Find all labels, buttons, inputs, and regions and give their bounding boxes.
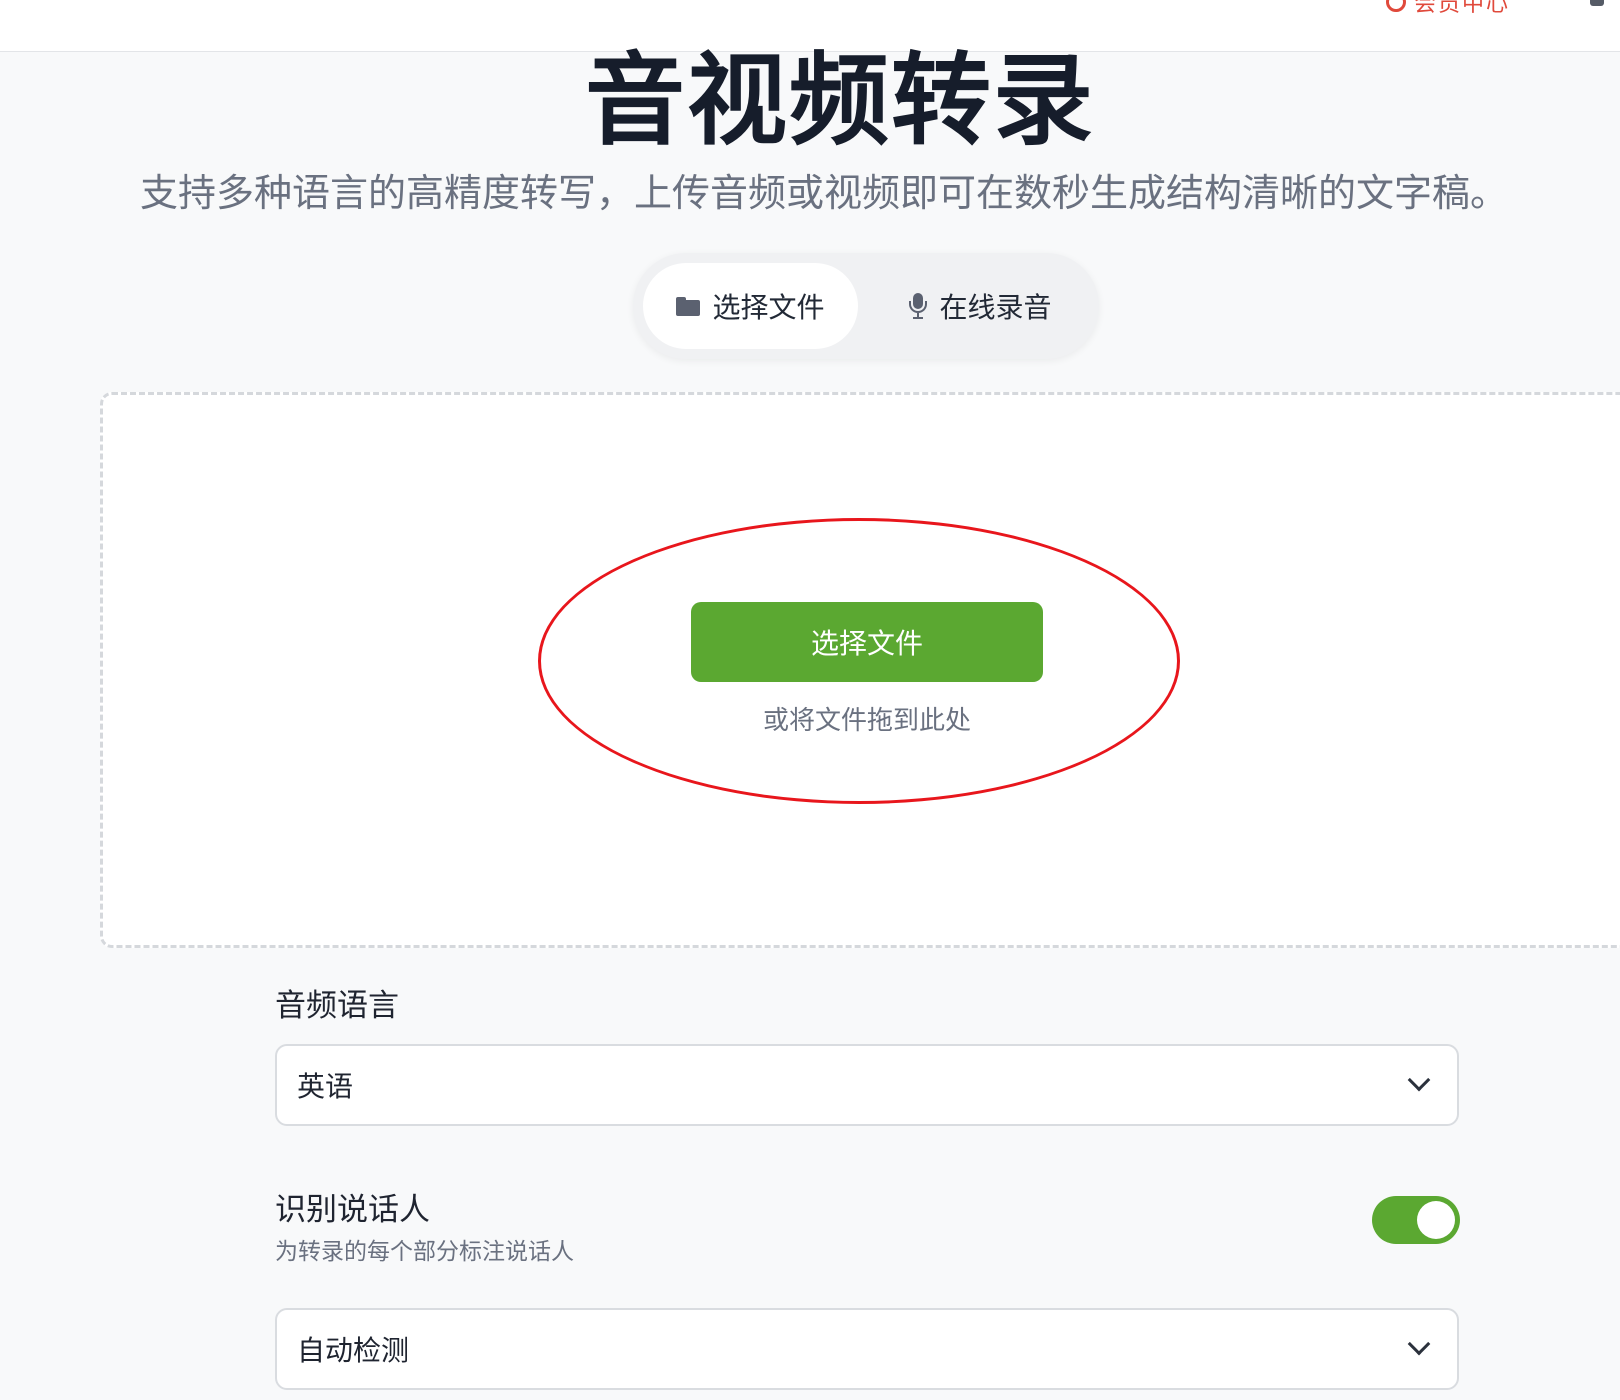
toggle-knob: [1417, 1201, 1455, 1239]
drop-hint-text: 或将文件拖到此处: [762, 706, 971, 736]
member-center-label: 会员中心: [1413, 0, 1510, 17]
tab-online-recording-label: 在线录音: [939, 291, 1052, 324]
speaker-diarization-toggle[interactable]: [1372, 1196, 1460, 1244]
language-select-value: 英语: [297, 1070, 354, 1103]
folder-icon: [676, 296, 701, 316]
speaker-diarization-label: 识别说话人: [275, 1192, 430, 1228]
speaker-count-select-value: 自动检测: [297, 1334, 410, 1367]
language-select[interactable]: 英语: [275, 1044, 1459, 1126]
input-mode-tabs: 选择文件 在线录音: [633, 253, 1099, 359]
speaker-count-select[interactable]: 自动检测: [275, 1308, 1459, 1390]
speaker-diarization-description: 为转录的每个部分标注说话人: [275, 1239, 574, 1265]
chevron-down-icon: [1407, 1068, 1431, 1092]
choose-file-button[interactable]: 选择文件: [691, 602, 1043, 682]
page-subtitle: 支持多种语言的高精度转写，上传音频或视频即可在数秒生成结构清晰的文字稿。: [140, 171, 1509, 215]
tab-choose-file[interactable]: 选择文件: [643, 263, 858, 349]
user-icon[interactable]: [1590, 0, 1604, 6]
tab-online-recording[interactable]: 在线录音: [873, 263, 1088, 349]
page-title: 音视频转录: [585, 42, 1095, 159]
page: 会员中心 音视频转录 支持多种语言的高精度转写，上传音频或视频即可在数秒生成结构…: [0, 0, 1620, 1400]
chevron-down-icon: [1407, 1332, 1431, 1356]
microphone-icon: [909, 293, 928, 319]
crown-icon: [1385, 0, 1406, 12]
language-label: 音频语言: [275, 988, 399, 1024]
tab-choose-file-label: 选择文件: [712, 291, 825, 324]
member-center-link[interactable]: 会员中心: [1385, 0, 1510, 18]
